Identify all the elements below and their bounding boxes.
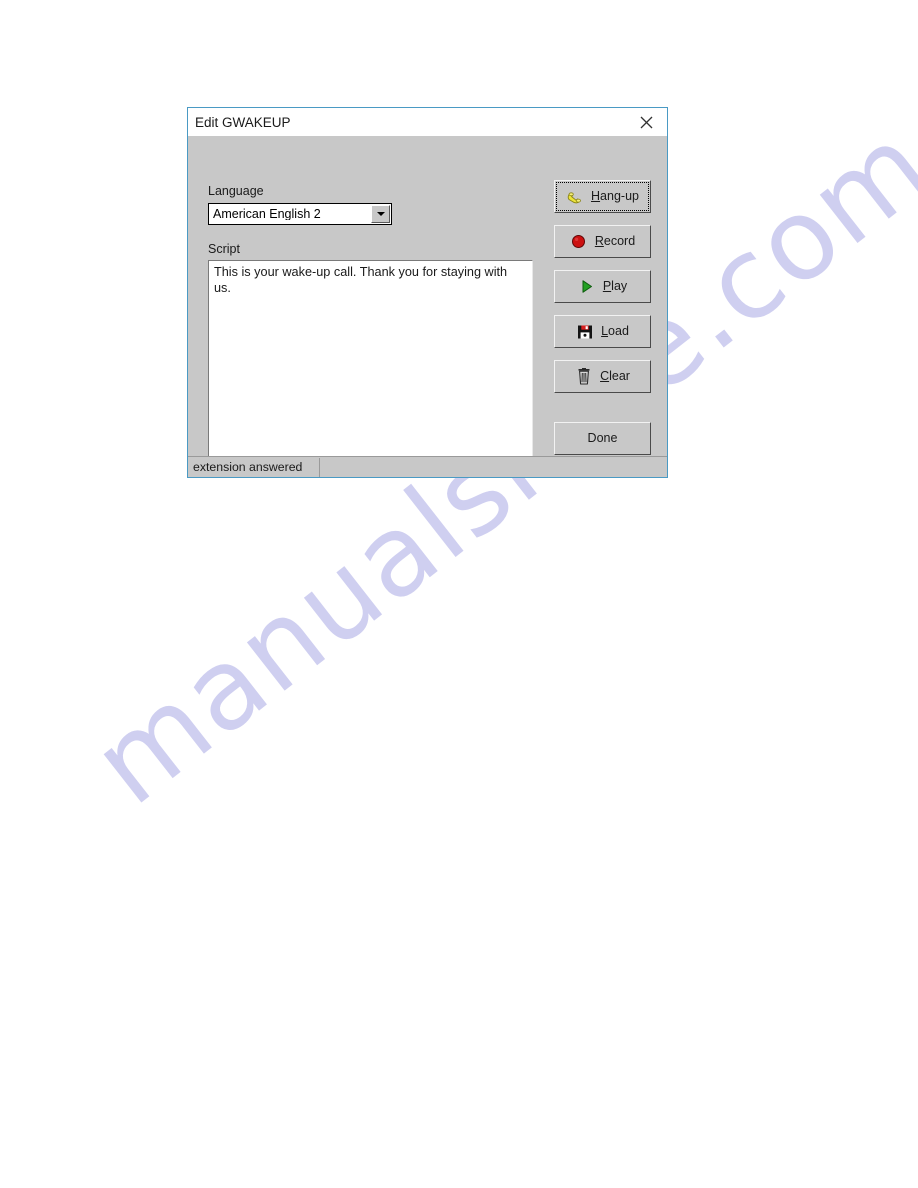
- edit-gwakeup-dialog: Edit GWAKEUP Language American English 2…: [187, 107, 668, 478]
- language-selected-value: American English 2: [213, 207, 321, 221]
- trash-can-icon: [575, 368, 593, 386]
- done-button[interactable]: Done: [554, 422, 651, 455]
- window-title: Edit GWAKEUP: [195, 114, 291, 130]
- load-button[interactable]: Load: [554, 315, 651, 348]
- clear-button-label: Clear: [600, 369, 630, 384]
- status-bar-cell: extension answered: [188, 457, 320, 477]
- clear-button[interactable]: Clear: [554, 360, 651, 393]
- language-label: Language: [208, 184, 264, 198]
- record-button-label: Record: [594, 234, 636, 249]
- status-bar: extension answered: [188, 456, 667, 477]
- chevron-down-glyph: [376, 212, 385, 216]
- dialog-client-area: Language American English 2 Script This …: [188, 136, 667, 464]
- done-button-label: Done: [587, 431, 618, 446]
- load-button-label: Load: [601, 324, 629, 339]
- status-message: extension answered: [193, 459, 303, 474]
- hangup-button[interactable]: Hang-up: [554, 180, 651, 213]
- chevron-down-icon[interactable]: [371, 205, 390, 223]
- script-label: Script: [208, 242, 240, 256]
- hangup-button-label: Hang-up: [591, 189, 639, 204]
- script-text-content: This is your wake-up call. Thank you for…: [214, 265, 511, 295]
- play-triangle-icon: [578, 278, 596, 296]
- telephone-handset-icon: [566, 188, 584, 206]
- floppy-disk-icon: [576, 323, 594, 341]
- play-button-label: Play: [602, 279, 628, 294]
- script-textarea[interactable]: This is your wake-up call. Thank you for…: [208, 260, 533, 464]
- record-circle-icon: [570, 233, 588, 251]
- language-combobox[interactable]: American English 2: [208, 203, 392, 225]
- title-bar: Edit GWAKEUP: [188, 108, 667, 136]
- record-button[interactable]: Record: [554, 225, 651, 258]
- play-button[interactable]: Play: [554, 270, 651, 303]
- close-icon[interactable]: [625, 108, 667, 136]
